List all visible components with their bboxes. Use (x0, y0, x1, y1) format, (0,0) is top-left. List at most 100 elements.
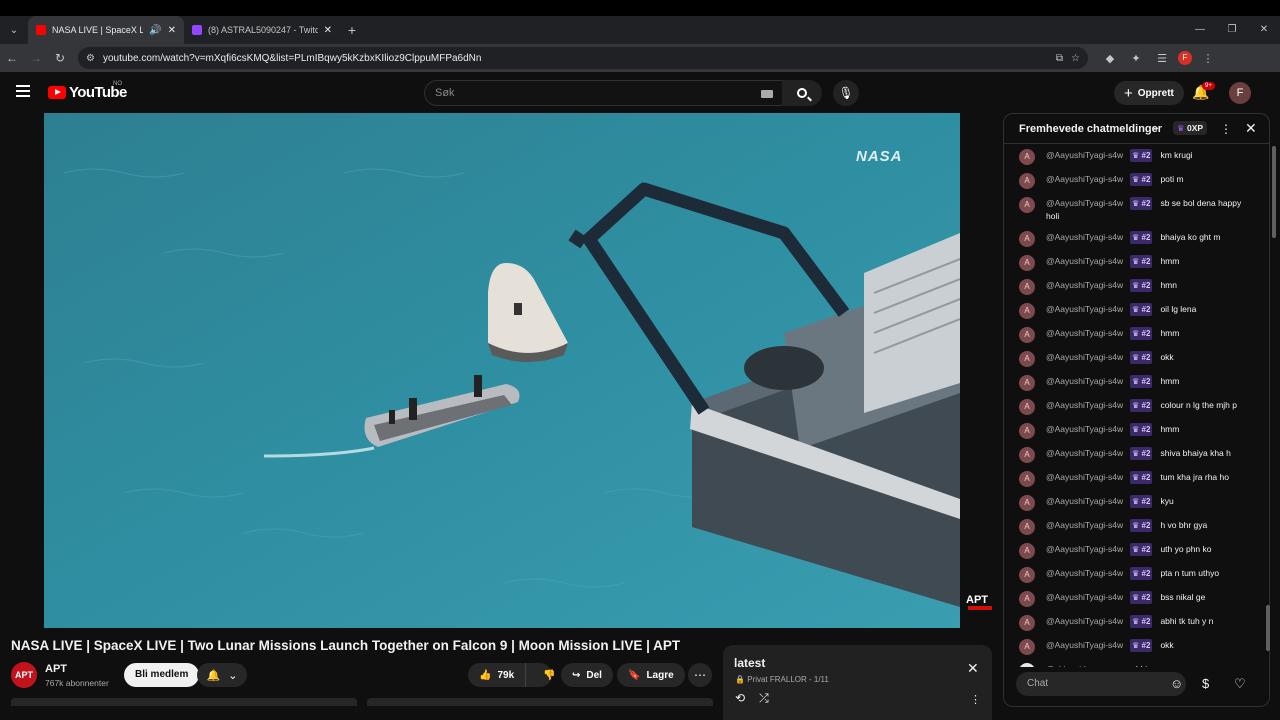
page-scrollbar[interactable] (1272, 146, 1276, 238)
chat-avatar[interactable]: A (1019, 351, 1035, 367)
chat-username[interactable]: @AayushiTyagi-s4w (1046, 496, 1123, 506)
url-field[interactable]: ⚙ youtube.com/watch?v=mXqfi6csKMQ&list=P… (78, 47, 1088, 69)
tab-twitch[interactable]: (8) ASTRAL5090247 - Twitch ✕ (184, 16, 340, 44)
shuffle-icon[interactable]: ⤮ (759, 691, 769, 706)
chat-avatar[interactable]: A (1019, 495, 1035, 511)
chat-mode-title[interactable]: Fremhevede chatmeldinger (1019, 123, 1162, 135)
restore-icon[interactable]: ❐ (1216, 16, 1248, 44)
chat-username[interactable]: @AayushiTyagi-s4w (1046, 304, 1123, 314)
more-actions-button[interactable]: ⋯ (688, 663, 712, 687)
chat-username[interactable]: @AayushiTyagi-s4w (1046, 400, 1123, 410)
search-input[interactable]: Søk (424, 80, 784, 106)
close-tab-icon[interactable]: ✕ (168, 25, 176, 36)
close-playlist-icon[interactable]: ✕ (967, 660, 979, 677)
voice-search-button[interactable]: 🎙 (833, 80, 859, 106)
create-button[interactable]: + Opprett (1114, 81, 1184, 105)
chat-scrollbar[interactable] (1266, 605, 1270, 651)
tab-youtube[interactable]: NASA LIVE | SpaceX LIVE | T 🔊 ✕ (28, 16, 184, 44)
minimize-icon[interactable]: — (1184, 16, 1216, 44)
reading-list-icon[interactable]: ☰ (1152, 52, 1172, 65)
loop-icon[interactable]: ⟲ (735, 691, 745, 706)
chat-username[interactable]: @AayushiTyagi-s4w (1046, 256, 1123, 266)
chat-avatar[interactable]: A (1019, 519, 1035, 535)
puzzle-extensions-icon[interactable]: ✦ (1126, 52, 1146, 65)
chat-avatar[interactable]: A (1019, 591, 1035, 607)
site-info-icon[interactable]: ⚙ (86, 53, 95, 64)
channel-name[interactable]: APT (45, 663, 67, 675)
browser-menu-icon[interactable]: ⋮ (1198, 52, 1218, 65)
playlist-title[interactable]: latest (734, 656, 765, 670)
chat-avatar[interactable]: A (1019, 639, 1035, 655)
chat-avatar[interactable]: A (1019, 173, 1035, 189)
close-chat-icon[interactable]: ✕ (1245, 120, 1257, 137)
chat-username[interactable]: @AayushiTyagi-s4w (1046, 424, 1123, 434)
speaker-icon[interactable]: 🔊 (149, 25, 161, 36)
install-app-icon[interactable]: ⧉ (1056, 53, 1063, 64)
video-player[interactable] (44, 113, 960, 628)
new-tab-button[interactable]: + (340, 22, 364, 38)
back-icon[interactable]: ← (0, 51, 24, 65)
extension-icon[interactable]: ◆ (1100, 52, 1120, 65)
chat-avatar[interactable]: A (1019, 303, 1035, 319)
chat-username[interactable]: @AayushiTyagi-s4w (1046, 616, 1123, 626)
chat-username[interactable]: @AayushiTyagi-s4w (1046, 232, 1123, 242)
account-avatar[interactable]: F (1229, 82, 1251, 104)
chat-avatar[interactable]: A (1019, 543, 1035, 559)
chat-username[interactable]: @AayushiTyagi-s4w (1046, 328, 1123, 338)
chat-avatar[interactable]: A (1019, 615, 1035, 631)
chat-username[interactable]: @AayushiTyagi-s4w (1046, 568, 1123, 578)
bookmark-star-icon[interactable]: ☆ (1071, 53, 1080, 64)
close-tab-icon[interactable]: ✕ (324, 25, 332, 36)
chat-options-icon[interactable]: ⋮ (1220, 122, 1232, 136)
chat-username[interactable]: @AayushiTyagi-s4w (1046, 198, 1123, 208)
chat-avatar[interactable]: A (1019, 423, 1035, 439)
chat-avatar[interactable]: A (1019, 327, 1035, 343)
close-window-icon[interactable]: ✕ (1248, 16, 1280, 44)
chat-avatar[interactable]: A (1019, 197, 1035, 213)
subscription-bell-button[interactable]: 🔔 ⌄ (197, 663, 247, 687)
chat-avatar[interactable]: A (1019, 447, 1035, 463)
chat-username[interactable]: @AayushiTyagi-s4w (1046, 640, 1123, 650)
emoji-icon[interactable]: ☺ (1170, 676, 1183, 691)
tab-search-icon[interactable]: ⌄ (0, 16, 28, 44)
heart-icon[interactable]: ♡ (1234, 676, 1246, 692)
channel-avatar[interactable]: APT (11, 662, 37, 688)
chat-username[interactable]: @AayushiTyagi-s4w (1046, 174, 1123, 184)
menu-icon[interactable] (16, 85, 30, 97)
chat-username[interactable]: @AayushiTyagi-s4w (1046, 150, 1123, 160)
chat-username[interactable]: @AayushiTyagi-s4w (1046, 472, 1123, 482)
youtube-logo[interactable]: YouTube NO (48, 81, 127, 101)
super-chat-icon[interactable]: $ (1202, 676, 1209, 691)
chat-avatar[interactable] (1019, 663, 1035, 667)
chat-avatar[interactable]: A (1019, 471, 1035, 487)
search-button[interactable] (782, 80, 822, 106)
chat-avatar[interactable]: A (1019, 567, 1035, 583)
chat-input[interactable]: Chat (1016, 672, 1186, 696)
chat-avatar[interactable]: A (1019, 279, 1035, 295)
chat-username[interactable]: @AayushiTyagi-s4w (1046, 592, 1123, 602)
chat-username[interactable]: @AayushiTyagi-s4w (1046, 544, 1123, 554)
keyboard-icon[interactable] (761, 90, 773, 98)
chat-avatar[interactable]: A (1019, 399, 1035, 415)
chat-avatar[interactable]: A (1019, 375, 1035, 391)
chat-username[interactable]: @AayushiTyagi-s4w (1046, 376, 1123, 386)
reload-icon[interactable]: ↻ (48, 51, 72, 65)
chat-username[interactable]: @AayushiTyagi-s4w (1046, 280, 1123, 290)
chat-username[interactable]: @shivani-hr (1046, 664, 1091, 667)
chat-username[interactable]: @AayushiTyagi-s4w (1046, 448, 1123, 458)
chat-avatar[interactable]: A (1019, 231, 1035, 247)
chat-username[interactable]: @AayushiTyagi-s4w (1046, 352, 1123, 362)
xp-badge[interactable]: ♛ 0XP (1173, 121, 1208, 135)
chat-avatar[interactable]: A (1019, 149, 1035, 165)
like-button[interactable]: 👍 79k (468, 663, 527, 687)
join-member-button[interactable]: Bli medlem (124, 663, 200, 687)
chevron-down-icon[interactable]: ⌄ (1152, 122, 1160, 133)
profile-avatar[interactable]: F (1178, 51, 1192, 65)
share-button[interactable]: ↪ Del (561, 663, 613, 687)
playlist-more-icon[interactable]: ⋮ (970, 693, 981, 706)
forward-icon[interactable]: → (24, 51, 48, 65)
chat-avatar[interactable]: A (1019, 255, 1035, 271)
chat-messages[interactable]: A @AayushiTyagi-s4w ♛ #2 km krugi A @AayushiT… (1004, 145, 1269, 667)
chat-username[interactable]: @AayushiTyagi-s4w (1046, 520, 1123, 530)
save-button[interactable]: 🔖 Lagre (617, 663, 685, 687)
